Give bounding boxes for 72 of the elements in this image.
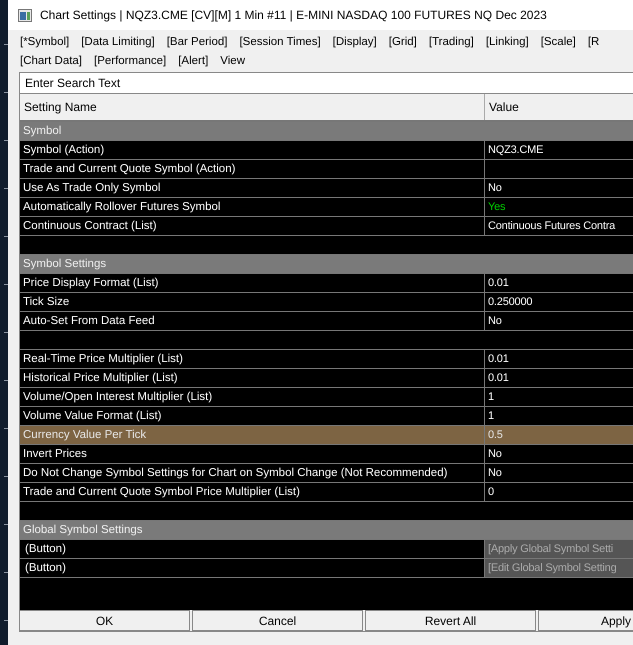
setting-name: Trade and Current Quote Symbol (Action) (20, 160, 485, 178)
setting-value: 0 (487, 485, 494, 500)
setting-name: Trade and Current Quote Symbol Price Multiplier (List) (20, 483, 485, 501)
dialog-button[interactable]: Revert All (365, 610, 536, 631)
tab[interactable]: [Chart Data] (16, 54, 87, 66)
setting-value: 1 (487, 390, 494, 405)
setting-value: NQZ3.CME (487, 143, 544, 158)
tab[interactable]: [Trading] (424, 36, 479, 48)
app-icon (18, 8, 32, 22)
group-title: Global Symbol Settings (22, 523, 143, 538)
dialog-button[interactable]: Cancel (192, 610, 363, 631)
setting-value: No (487, 447, 502, 462)
tab[interactable]: [Display] (328, 36, 382, 48)
tab[interactable]: [R (584, 36, 604, 48)
setting-value: 0.250000 (487, 295, 532, 310)
setting-row[interactable]: Invert Prices No (20, 445, 633, 464)
setting-name: Invert Prices (20, 445, 485, 463)
setting-row[interactable]: Use As Trade Only Symbol No (20, 179, 633, 198)
tab[interactable]: [Scale] (536, 36, 581, 48)
setting-row[interactable]: Trade and Current Quote Symbol Price Multiplier (List) 0 (20, 483, 633, 502)
setting-value: No (487, 466, 502, 481)
tab[interactable]: [Bar Period] (162, 36, 232, 48)
setting-name: Auto-Set From Data Feed (20, 312, 485, 330)
setting-value: 0.01 (487, 371, 509, 386)
setting-row[interactable]: Symbol (Action) NQZ3.CME (20, 141, 633, 160)
setting-name: Automatically Rollover Futures Symbol (20, 198, 485, 216)
setting-row[interactable]: Real-Time Price Multiplier (List) 0.01 (20, 350, 633, 369)
setting-value: 0.01 (487, 352, 509, 367)
dialog-button[interactable]: Apply (538, 610, 633, 631)
window-title: Chart Settings | NQZ3.CME [CV][M] 1 Min #11 | E-MINI NASDAQ 100 FUTURES NQ Dec 2023 (40, 8, 547, 22)
setting-name: Real-Time Price Multiplier (List) (20, 350, 485, 368)
group-title: Symbol (22, 124, 62, 139)
setting-row[interactable]: Auto-Set From Data Feed No (20, 312, 633, 331)
setting-name: Symbol (Action) (20, 141, 485, 159)
setting-row[interactable]: Continuous Contract (List) Continuous Futures Contra (20, 217, 633, 236)
setting-name: Use As Trade Only Symbol (20, 179, 485, 197)
tab[interactable]: [Alert] (174, 54, 214, 66)
setting-row[interactable]: Trade and Current Quote Symbol (Action) (20, 160, 633, 179)
tab[interactable]: [*Symbol] (16, 36, 74, 48)
setting-row[interactable]: Currency Value Per Tick 0.5 (20, 426, 633, 445)
column-header[interactable]: Value (485, 94, 519, 120)
setting-name: Volume/Open Interest Multiplier (List) (20, 388, 485, 406)
setting-row[interactable]: Volume/Open Interest Multiplier (List) 1 (20, 388, 633, 407)
tab[interactable]: [Session Times] (235, 36, 326, 48)
setting-name: Volume Value Format (List) (20, 407, 485, 425)
setting-name: Tick Size (20, 293, 485, 311)
setting-name: Price Display Format (List) (20, 274, 485, 292)
setting-name: Continuous Contract (List) (20, 217, 485, 235)
setting-row[interactable]: Price Display Format (List) 0.01 (20, 274, 633, 293)
tab[interactable]: [Data Limiting] (77, 36, 160, 48)
setting-value: Continuous Futures Contra (487, 219, 616, 234)
setting-name: Historical Price Multiplier (List) (20, 369, 485, 387)
setting-value: Yes (487, 200, 506, 215)
tab[interactable]: View (216, 54, 250, 66)
group-title: Symbol Settings (22, 257, 106, 272)
search-field[interactable]: Enter Search Text (20, 73, 633, 94)
setting-row[interactable]: Tick Size 0.250000 (20, 293, 633, 312)
setting-value: No (487, 181, 502, 196)
setting-row[interactable]: Do Not Change Symbol Settings for Chart on Symbol Change (Not Recommended) No (20, 464, 633, 483)
setting-value: No (487, 314, 502, 329)
dialog-button[interactable]: OK (19, 610, 190, 631)
setting-row[interactable]: Historical Price Multiplier (List) 0.01 (20, 369, 633, 388)
setting-value: 0.01 (487, 276, 509, 291)
setting-name: Currency Value Per Tick (20, 426, 485, 444)
setting-value: 0.5 (487, 428, 503, 443)
tab[interactable]: [Linking] (482, 36, 534, 48)
column-header[interactable]: Setting Name (20, 94, 485, 120)
setting-row[interactable]: Automatically Rollover Futures Symbol Yes (20, 198, 633, 217)
setting-value: 1 (487, 409, 494, 424)
tab[interactable]: [Grid] (384, 36, 422, 48)
tab[interactable]: [Performance] (90, 54, 172, 66)
setting-name: Do Not Change Symbol Settings for Chart on Symbol Change (Not Recommended) (20, 464, 485, 482)
